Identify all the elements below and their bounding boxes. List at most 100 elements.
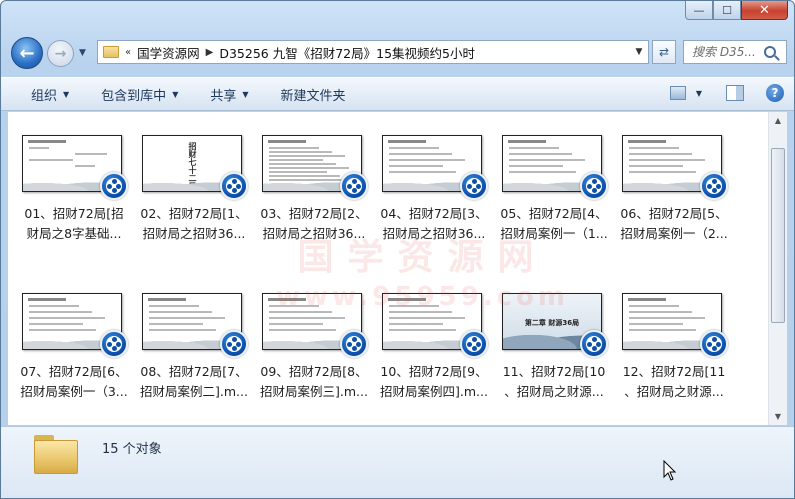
- file-name: 05、招财72局[4、 招财局案例一（1...: [494, 204, 614, 244]
- file-name-line: 04、招财72局[3、: [380, 206, 488, 221]
- file-name-line: 、招财局之财源...: [504, 384, 604, 399]
- search-input[interactable]: [692, 45, 762, 59]
- file-name-line: 、招财局之财源...: [624, 384, 724, 399]
- organize-menu[interactable]: 组织 ▼: [31, 85, 69, 104]
- file-name-line: 招财局之招财36...: [382, 226, 486, 241]
- file-name-line: 08、招财72局[7、: [140, 364, 248, 379]
- folder-icon: [103, 46, 119, 58]
- file-item[interactable]: 01、招财72局[招 财局之8字基础...: [14, 122, 134, 262]
- forward-arrow-icon: →: [54, 45, 67, 62]
- file-item[interactable]: 04、招财72局[3、 招财局之招财36...: [374, 122, 494, 262]
- chevron-down-icon: ▼: [63, 89, 70, 99]
- breadcrumb-overflow[interactable]: «: [125, 47, 131, 58]
- toolbar-right-group: ▼ ?: [669, 84, 784, 102]
- item-count: 15 个对象: [102, 442, 162, 457]
- chevron-down-icon: ▼: [172, 89, 179, 99]
- file-name-line: 财局之8字基础...: [26, 226, 122, 241]
- scroll-up-icon[interactable]: ▲: [769, 112, 787, 129]
- breadcrumb-current[interactable]: D35256 九智《招财72局》15集视频约5小时: [219, 43, 475, 62]
- share-menu[interactable]: 共享 ▼: [210, 85, 248, 104]
- file-name: 07、招财72局[6、 招财局案例一（3...: [14, 362, 134, 402]
- file-item[interactable]: 08、招财72局[7、 招财局案例二].m...: [134, 280, 254, 420]
- file-item[interactable]: 10、招财72局[9、 招财局案例四].m...: [374, 280, 494, 420]
- file-name: 04、招财72局[3、 招财局之招财36...: [374, 204, 494, 244]
- minimize-button[interactable]: —: [685, 1, 713, 20]
- file-name-line: 10、招财72局[9、: [380, 364, 488, 379]
- share-label: 共享: [210, 88, 237, 104]
- file-name: 09、招财72局[8、 招财局案例三].m...: [254, 362, 374, 402]
- video-file-icon: [580, 330, 608, 358]
- video-file-icon: [700, 330, 728, 358]
- file-name: 02、招财72局[1、 招财局之招财36...: [134, 204, 254, 244]
- file-name-line: 07、招财72局[6、: [20, 364, 128, 379]
- file-item[interactable]: 09、招财72局[8、 招财局案例三].m...: [254, 280, 374, 420]
- video-file-icon: [700, 172, 728, 200]
- close-button[interactable]: ✕: [741, 1, 788, 20]
- vertical-scrollbar[interactable]: ▲ ▼: [768, 112, 787, 425]
- video-file-icon: [460, 172, 488, 200]
- breadcrumb-root[interactable]: 国学资源网: [137, 43, 200, 62]
- video-file-icon: [220, 172, 248, 200]
- file-name: 03、招财72局[2、 招财局之招财36...: [254, 204, 374, 244]
- new-folder-label: 新建文件夹: [280, 88, 346, 104]
- file-name-line: 招财局之招财36...: [142, 226, 246, 241]
- file-list-pane[interactable]: 01、招财72局[招 财局之8字基础... 招财七十二局 02、招财72局[1、 招财局…: [8, 112, 768, 425]
- file-name-line: 招财局案例四].m...: [380, 384, 488, 399]
- file-name: 01、招财72局[招 财局之8字基础...: [14, 204, 134, 244]
- back-button[interactable]: ←: [11, 37, 43, 69]
- file-name-line: 招财局案例一（1...: [500, 226, 608, 241]
- file-name: 11、招财72局[10 、招财局之财源...: [494, 362, 614, 402]
- include-library-label: 包含到库中: [101, 88, 167, 104]
- maximize-button[interactable]: ☐: [713, 1, 741, 20]
- refresh-icon: ⇄: [658, 45, 670, 59]
- folder-icon: [34, 435, 78, 474]
- breadcrumb-separator-icon[interactable]: ▶: [206, 47, 214, 58]
- chevron-down-icon: ▼: [242, 89, 249, 99]
- file-name-line: 招财局案例一（3...: [20, 384, 128, 399]
- file-item[interactable]: 第二章 财源36局 11、招财72局[10 、招财局之财源...: [494, 280, 614, 420]
- address-bar[interactable]: « 国学资源网 ▶ D35256 九智《招财72局》15集视频约5小时 ▼: [97, 40, 649, 64]
- file-item[interactable]: 05、招财72局[4、 招财局案例一（1...: [494, 122, 614, 262]
- scroll-down-icon[interactable]: ▼: [769, 408, 787, 425]
- file-name: 08、招财72局[7、 招财局案例二].m...: [134, 362, 254, 402]
- help-icon[interactable]: ?: [766, 84, 784, 102]
- file-name-line: 09、招财72局[8、: [260, 364, 368, 379]
- file-item[interactable]: 12、招财72局[11 、招财局之财源...: [614, 280, 734, 420]
- file-name-line: 01、招财72局[招: [24, 206, 124, 221]
- file-item[interactable]: 03、招财72局[2、 招财局之招财36...: [254, 122, 374, 262]
- back-arrow-icon: ←: [19, 42, 35, 64]
- change-view-icon[interactable]: [669, 86, 686, 100]
- file-item[interactable]: 07、招财72局[6、 招财局案例一（3...: [14, 280, 134, 420]
- search-box[interactable]: [683, 40, 787, 64]
- caption-buttons: — ☐ ✕: [685, 1, 788, 20]
- file-name-line: 03、招财72局[2、: [260, 206, 368, 221]
- navigation-bar: ← → ▼ « 国学资源网 ▶ D35256 九智《招财72局》15集视频约5小…: [1, 35, 794, 71]
- command-bar: 组织 ▼ 包含到库中 ▼ 共享 ▼ 新建文件夹 ▼ ?: [1, 77, 794, 111]
- file-name-line: 05、招财72局[4、: [500, 206, 608, 221]
- video-file-icon: [100, 172, 128, 200]
- preview-pane-icon[interactable]: [726, 85, 744, 101]
- address-dropdown-icon[interactable]: ▼: [630, 47, 648, 57]
- include-in-library-menu[interactable]: 包含到库中 ▼: [101, 85, 178, 104]
- file-name: 06、招财72局[5、 招财局案例一（2...: [614, 204, 734, 244]
- video-file-icon: [580, 172, 608, 200]
- file-name-line: 招财局之招财36...: [262, 226, 366, 241]
- recent-pages-chevron-icon[interactable]: ▼: [79, 48, 86, 58]
- search-icon[interactable]: [764, 46, 776, 58]
- refresh-button[interactable]: ⇄: [652, 40, 676, 64]
- view-options-chevron-icon[interactable]: ▼: [696, 89, 702, 98]
- file-item[interactable]: 06、招财72局[5、 招财局案例一（2...: [614, 122, 734, 262]
- mouse-cursor-icon: [663, 460, 677, 481]
- file-item[interactable]: 招财七十二局 02、招财72局[1、 招财局之招财36...: [134, 122, 254, 262]
- file-name-line: 02、招财72局[1、: [140, 206, 248, 221]
- new-folder-button[interactable]: 新建文件夹: [281, 85, 346, 104]
- video-file-icon: [100, 330, 128, 358]
- scrollbar-thumb[interactable]: [771, 148, 785, 323]
- forward-button[interactable]: →: [47, 40, 74, 67]
- file-name-line: 06、招财72局[5、: [620, 206, 728, 221]
- file-name-line: 招财局案例三].m...: [260, 384, 368, 399]
- file-name-line: 12、招财72局[11: [622, 364, 726, 379]
- file-grid: 01、招财72局[招 财局之8字基础... 招财七十二局 02、招财72局[1、 招财局…: [14, 122, 734, 420]
- video-file-icon: [460, 330, 488, 358]
- file-name-line: 招财局案例二].m...: [140, 384, 248, 399]
